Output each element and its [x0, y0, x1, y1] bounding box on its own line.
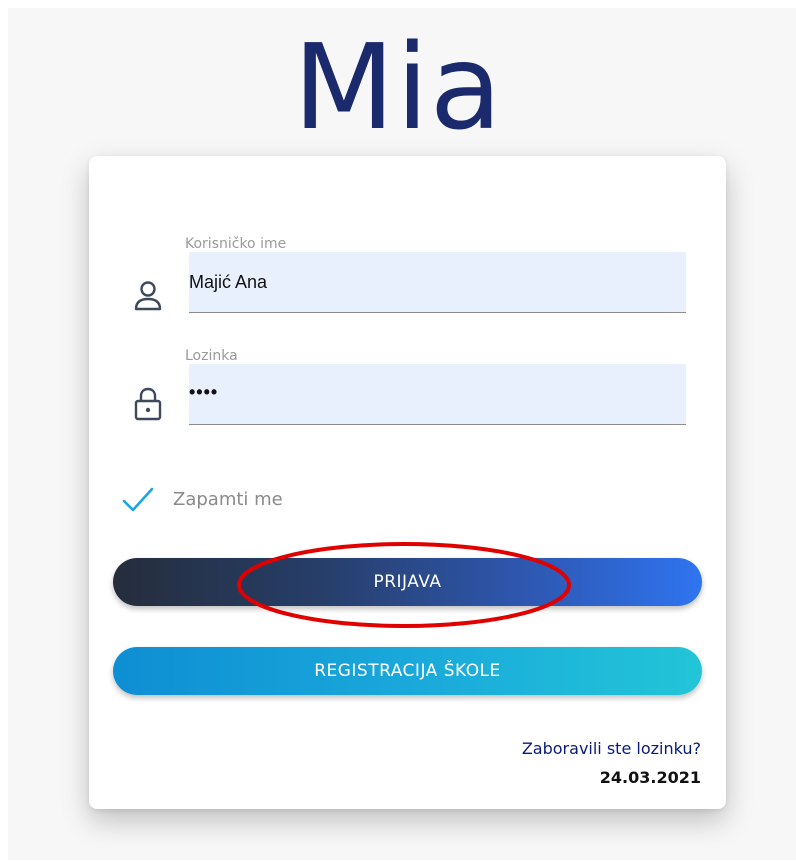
remember-me-label: Zapamti me — [173, 489, 283, 510]
app-logo: Mia — [293, 18, 503, 156]
username-value: Majić Ana — [189, 272, 268, 292]
user-icon — [133, 279, 163, 313]
register-school-button[interactable]: REGISTRACIJA ŠKOLE — [113, 647, 702, 695]
login-button[interactable]: PRIJAVA — [113, 558, 702, 606]
date-label: 24.03.2021 — [599, 768, 701, 787]
login-card: Korisničko ime Majić Ana Lozinka •••• Za… — [89, 156, 726, 809]
lock-icon — [133, 386, 163, 421]
checkmark-icon — [121, 486, 155, 518]
username-label: Korisničko ime — [185, 236, 287, 252]
password-input[interactable]: •••• — [189, 364, 686, 425]
username-input[interactable]: Majić Ana — [189, 252, 686, 313]
password-value: •••• — [189, 382, 219, 402]
password-label: Lozinka — [185, 348, 238, 364]
forgot-password-link[interactable]: Zaboravili ste lozinku? — [522, 739, 701, 758]
